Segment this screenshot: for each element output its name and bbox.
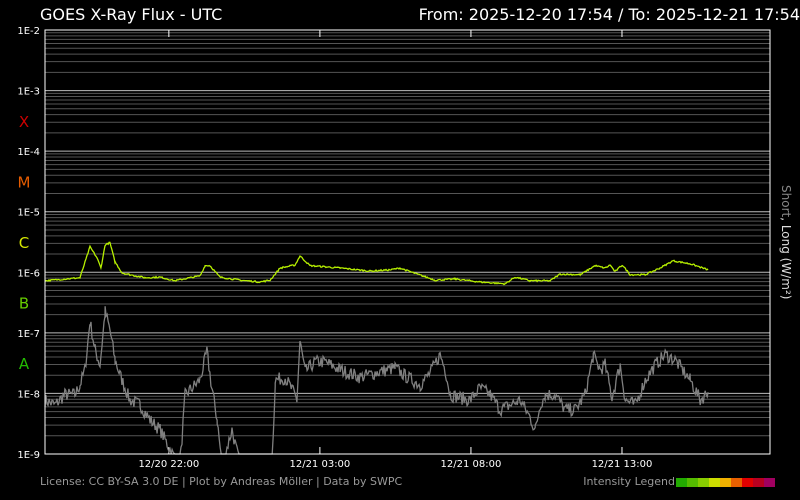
- intensity-swatch: [698, 478, 709, 487]
- y-tick-label: 1E-9: [17, 450, 40, 461]
- intensity-swatch: [709, 478, 720, 487]
- y-tick-label: 1E-3: [17, 87, 40, 98]
- flare-class-C: C: [19, 234, 29, 252]
- x-tick-label: 12/20 22:00: [138, 459, 199, 470]
- flare-class-B: B: [19, 295, 29, 313]
- y-tick-label: 1E-7: [17, 329, 40, 340]
- intensity-swatch: [753, 478, 764, 487]
- x-tick-label: 12/21 13:00: [592, 459, 653, 470]
- y-tick-label: 1E-4: [17, 147, 40, 158]
- y-tick-label: 1E-5: [17, 208, 40, 219]
- flare-class-M: M: [18, 173, 31, 191]
- y-label-long: , Long (W/m²): [779, 217, 793, 299]
- y-tick-label: 1E-8: [17, 389, 40, 400]
- series-short: [44, 306, 709, 455]
- y-tick-label: 1E-2: [17, 26, 40, 37]
- footer-license: License: CC BY-SA 3.0 DE | Plot by Andre…: [40, 475, 402, 488]
- intensity-swatch: [687, 478, 698, 487]
- intensity-swatch: [742, 478, 753, 487]
- time-range: From: 2025-12-20 17:54 / To: 2025-12-21 …: [419, 5, 800, 24]
- flare-class-A: A: [19, 355, 30, 373]
- grid: [45, 32, 770, 455]
- goes-xray-chart: GOES X-Ray Flux - UTC From: 2025-12-20 1…: [17, 5, 800, 488]
- x-tick-label: 12/21 03:00: [289, 459, 350, 470]
- intensity-legend: [676, 478, 775, 487]
- intensity-swatch: [764, 478, 775, 487]
- y-axis-label: Short, Long (W/m²): [779, 185, 793, 299]
- y-tick-label: 1E-6: [17, 268, 40, 279]
- intensity-legend-label: Intensity Legend: [583, 475, 675, 488]
- series-lines: [44, 241, 709, 455]
- y-label-short: Short: [779, 185, 793, 217]
- intensity-swatch: [676, 478, 687, 487]
- chart-title: GOES X-Ray Flux - UTC: [40, 5, 222, 24]
- intensity-swatch: [731, 478, 742, 487]
- intensity-swatch: [720, 478, 731, 487]
- x-tick-label: 12/21 08:00: [441, 459, 502, 470]
- flare-class-X: X: [19, 113, 29, 131]
